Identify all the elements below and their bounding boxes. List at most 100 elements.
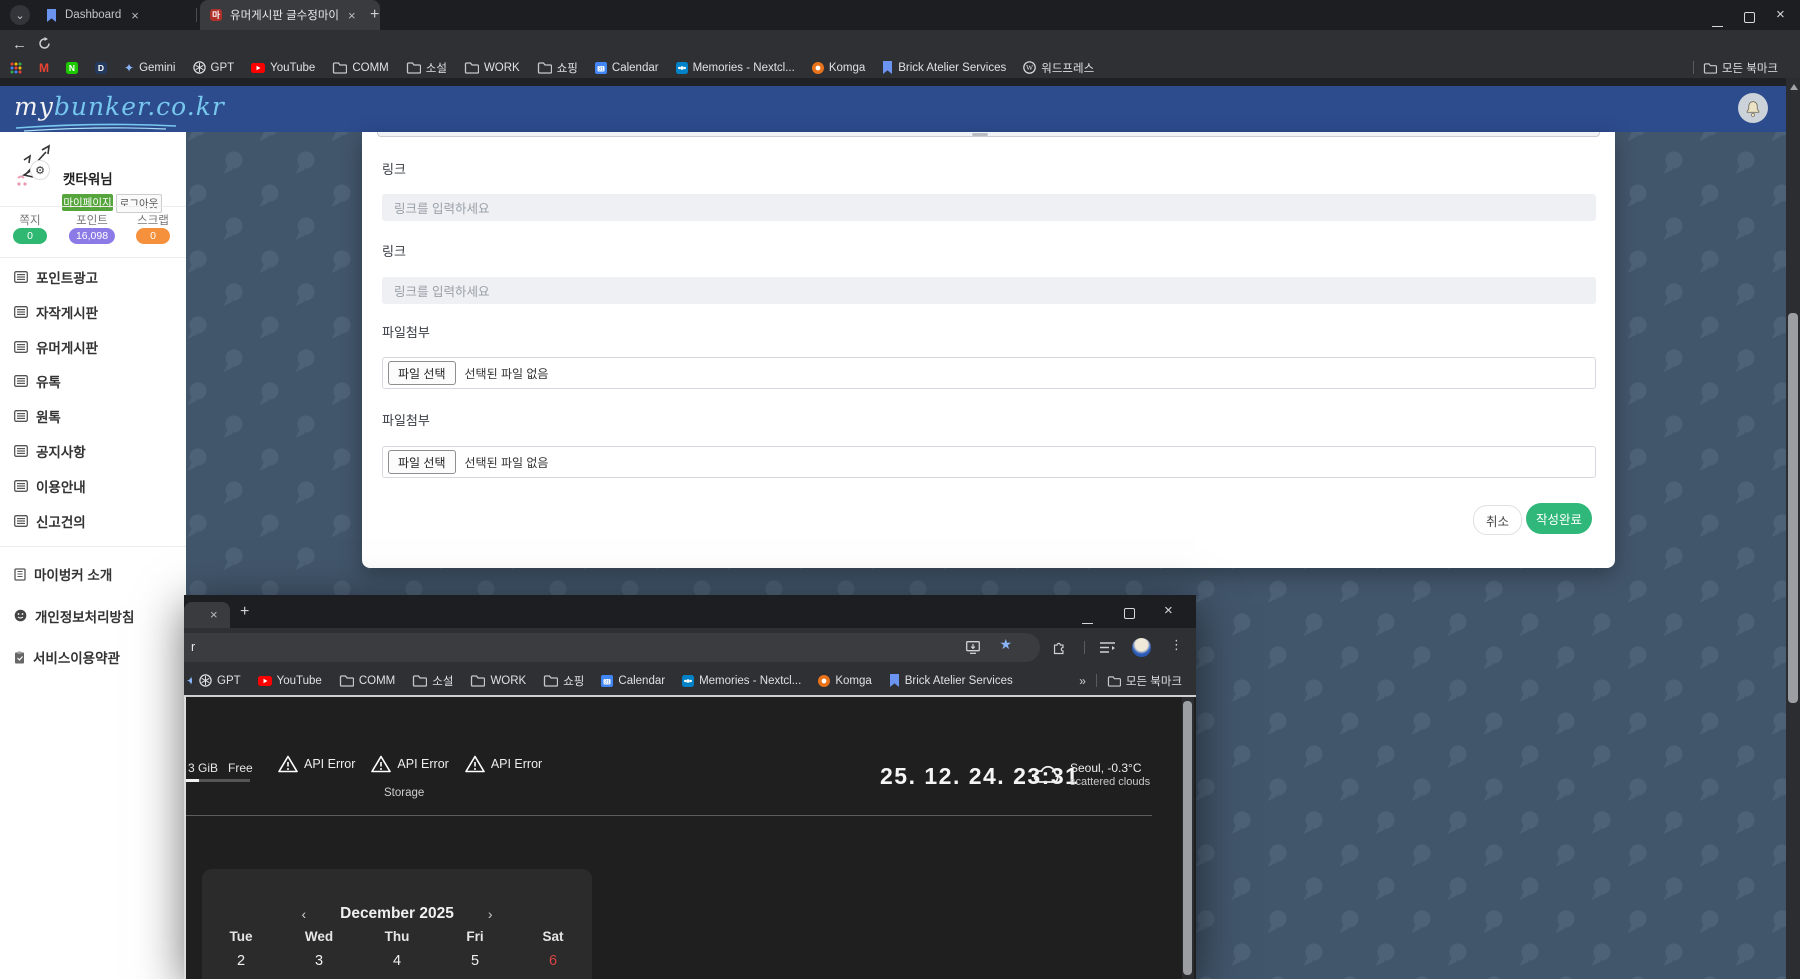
window2-address-bar[interactable]: r ★ bbox=[184, 633, 1040, 662]
url-text[interactable]: r bbox=[191, 640, 195, 654]
back-icon[interactable]: ← bbox=[12, 36, 27, 53]
screen: ⌄ Dashboard × 마 유머게시판 글수정마이벙커 - × + × ← … bbox=[0, 0, 1800, 979]
link-input-2[interactable]: 링크를 입력하세요 bbox=[382, 277, 1596, 304]
tab-title: Dashboard bbox=[65, 9, 121, 21]
bookmark-item[interactable]: GPT bbox=[199, 674, 241, 687]
sidebar-footer-item-1[interactable]: 마이벙커 소개 bbox=[14, 564, 112, 584]
bookmark-naver[interactable]: N bbox=[66, 62, 78, 74]
link-input-1[interactable]: 링크를 입력하세요 bbox=[382, 194, 1596, 221]
bookmark-star-filled-icon[interactable]: ★ bbox=[999, 636, 1012, 653]
bookmark-item[interactable]: 소설 bbox=[412, 673, 453, 689]
bookmark-item[interactable]: 소설 bbox=[406, 60, 447, 76]
scrollbar-up-arrow[interactable] bbox=[1790, 84, 1798, 90]
bookmark-item[interactable]: GPT bbox=[193, 61, 235, 74]
tab-close-icon[interactable]: × bbox=[346, 9, 358, 22]
bookmark-partial-icon[interactable]: ✦ bbox=[186, 672, 192, 690]
bookmark-item[interactable]: WORK bbox=[470, 674, 526, 687]
mypage-button[interactable]: 마이페이지 bbox=[62, 194, 113, 211]
bookmarks-divider bbox=[1693, 61, 1694, 74]
sidebar-item-4[interactable]: 유톡 bbox=[14, 371, 61, 391]
file-input-1[interactable]: 파일 선택 선택된 파일 없음 bbox=[382, 357, 1596, 389]
bookmark-gmail[interactable]: M bbox=[39, 61, 49, 75]
calendar-date[interactable]: 6 bbox=[514, 953, 592, 969]
calendar-date[interactable]: 4 bbox=[358, 953, 436, 969]
notification-bell-button[interactable] bbox=[1738, 93, 1768, 123]
sidebar-item-5[interactable]: 원톡 bbox=[14, 406, 61, 426]
new-tab-button[interactable]: + bbox=[240, 603, 249, 621]
sidebar-item-6[interactable]: 공지사항 bbox=[14, 441, 86, 461]
submit-button[interactable]: 작성완료 bbox=[1526, 503, 1592, 534]
refresh-icon[interactable] bbox=[38, 37, 51, 50]
bookmark-item[interactable]: Komga bbox=[812, 62, 865, 74]
stat-value-badge[interactable]: 0 bbox=[13, 228, 47, 244]
window2-scrollbar-thumb[interactable] bbox=[1183, 701, 1192, 975]
sidebar-item-label: 마이벙커 소개 bbox=[34, 564, 112, 584]
stat-value-badge[interactable]: 16,098 bbox=[69, 228, 115, 244]
bookmark-item[interactable]: 31Calendar bbox=[595, 62, 659, 74]
bookmark-item[interactable]: YouTube bbox=[251, 62, 315, 74]
all-bookmarks-button[interactable]: 모든 북마크 bbox=[1703, 60, 1778, 76]
sidebar-footer-item-2[interactable]: 개인정보처리방침 bbox=[14, 606, 134, 626]
page-scrollbar[interactable] bbox=[1786, 78, 1800, 979]
bookmark-item[interactable]: COMM bbox=[339, 674, 395, 687]
page-scrollbar-thumb[interactable] bbox=[1788, 313, 1798, 703]
maximize-button[interactable] bbox=[1744, 10, 1755, 28]
sidebar-item-7[interactable]: 이용안내 bbox=[14, 476, 86, 496]
tab-close-icon[interactable]: × bbox=[208, 608, 220, 621]
profile-avatar[interactable] bbox=[1132, 638, 1151, 657]
bookmark-item[interactable]: Brick Atelier Services bbox=[889, 674, 1013, 687]
tab-search-icon[interactable]: ⌄ bbox=[10, 5, 30, 25]
bookmark-item[interactable]: 쇼핑 bbox=[537, 60, 578, 76]
file-status-text: 선택된 파일 없음 bbox=[465, 365, 549, 382]
bookmarks-overflow-icon[interactable]: » bbox=[1079, 674, 1086, 688]
file-select-button[interactable]: 파일 선택 bbox=[388, 361, 456, 385]
bookmark-item[interactable]: ✦Gemini bbox=[124, 61, 176, 75]
install-app-icon[interactable] bbox=[966, 641, 980, 654]
calendar-date[interactable]: 3 bbox=[280, 953, 358, 969]
calendar-prev-icon[interactable]: ‹ bbox=[301, 906, 306, 922]
avatar-settings-gear-icon[interactable]: ⚙ bbox=[30, 160, 50, 180]
bookmark-item[interactable]: COMM bbox=[332, 61, 388, 74]
d-icon: D bbox=[95, 62, 107, 74]
tab-humor-board[interactable]: 마 유머게시판 글수정마이벙커 - × bbox=[200, 0, 380, 30]
minimize-button[interactable] bbox=[1082, 611, 1093, 629]
bookmark-item[interactable]: Komga bbox=[818, 675, 871, 687]
close-button[interactable]: × bbox=[1776, 7, 1785, 22]
new-tab-button[interactable]: + bbox=[370, 6, 379, 24]
calendar-date[interactable]: 2 bbox=[202, 953, 280, 969]
extensions-icon[interactable] bbox=[1052, 640, 1067, 655]
tab-close-icon[interactable]: × bbox=[129, 9, 141, 22]
file-input-2[interactable]: 파일 선택 선택된 파일 없음 bbox=[382, 446, 1596, 478]
bookmark-apps-grid[interactable] bbox=[10, 62, 22, 74]
sidebar-footer-item-3[interactable]: 서비스이용약관 bbox=[14, 647, 120, 667]
sidebar-item-8[interactable]: 신고건의 bbox=[14, 511, 86, 531]
bookmark-item[interactable]: YouTube bbox=[258, 675, 322, 687]
bookmark-item[interactable]: Memories - Nextcl... bbox=[676, 62, 795, 74]
window2-tab[interactable]: × bbox=[184, 602, 230, 628]
file-select-button[interactable]: 파일 선택 bbox=[388, 450, 456, 474]
bookmark-item[interactable]: Memories - Nextcl... bbox=[682, 675, 801, 687]
sidebar-item-1[interactable]: 포인트광고 bbox=[14, 267, 98, 287]
cancel-button[interactable]: 취소 bbox=[1473, 505, 1522, 535]
bookmark-d[interactable]: D bbox=[95, 62, 107, 74]
sidebar-item-3[interactable]: 유머게시판 bbox=[14, 337, 98, 357]
bookmark-item[interactable]: 31Calendar bbox=[601, 675, 665, 687]
tab-organizer-icon[interactable] bbox=[1100, 641, 1115, 654]
bookmark-item[interactable]: WORK bbox=[464, 61, 520, 74]
chrome-menu-icon[interactable]: ⋮ bbox=[1170, 637, 1183, 653]
site-logo[interactable]: mybunker.co.kr bbox=[14, 92, 225, 121]
bookmark-item[interactable]: 쇼핑 bbox=[543, 673, 584, 689]
calendar-next-icon[interactable]: › bbox=[488, 906, 493, 922]
sidebar-item-2[interactable]: 자작게시판 bbox=[14, 302, 98, 322]
window2-scrollbar[interactable] bbox=[1182, 697, 1194, 979]
logout-button[interactable]: 로그아웃 bbox=[116, 194, 162, 213]
close-button[interactable]: × bbox=[1164, 603, 1173, 618]
maximize-button[interactable] bbox=[1124, 606, 1135, 624]
all-bookmarks-button[interactable]: 모든 북마크 bbox=[1107, 673, 1182, 689]
calendar-date[interactable]: 5 bbox=[436, 953, 514, 969]
divider bbox=[0, 546, 186, 547]
bookmark-item[interactable]: W워드프레스 bbox=[1023, 60, 1094, 76]
stat-value-badge[interactable]: 0 bbox=[136, 228, 170, 244]
bookmark-item[interactable]: Brick Atelier Services bbox=[882, 61, 1006, 74]
tab-dashboard[interactable]: Dashboard × bbox=[36, 0, 198, 30]
